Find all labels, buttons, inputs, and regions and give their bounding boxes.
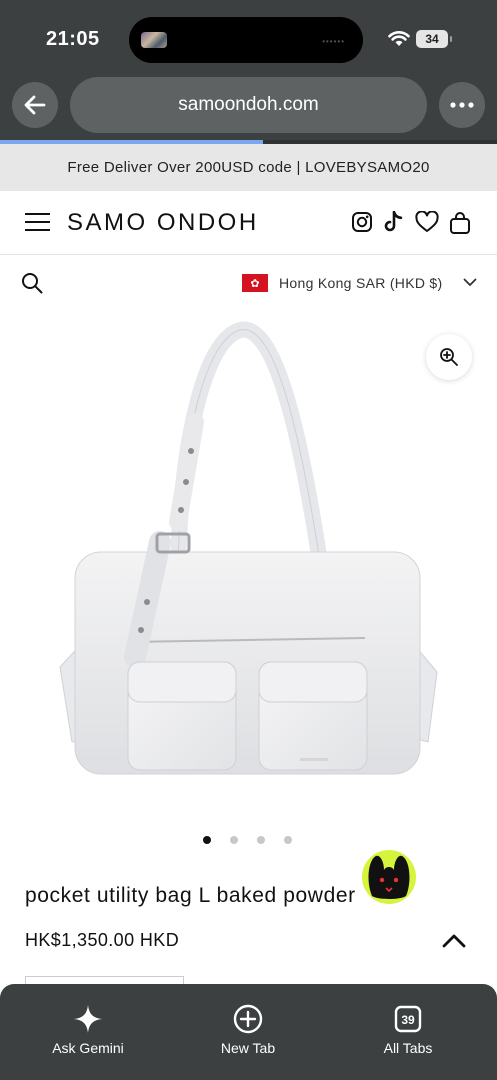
ask-gemini-label: Ask Gemini [52, 1040, 124, 1056]
chevron-up-icon[interactable] [441, 932, 467, 950]
pagination-dot-1[interactable] [203, 836, 211, 844]
zoom-button[interactable] [426, 334, 472, 380]
image-pagination [203, 836, 292, 844]
new-tab-button[interactable]: New Tab [188, 1004, 308, 1056]
site-header: SAMO ONDOH [0, 191, 497, 255]
product-image[interactable] [0, 312, 497, 822]
new-tab-label: New Tab [220, 1040, 276, 1056]
back-arrow-icon [24, 95, 46, 115]
more-menu-button[interactable] [439, 82, 485, 128]
pagination-dot-3[interactable] [257, 836, 265, 844]
browser-toolbar: Ask Gemini New Tab 39 All Tabs [0, 984, 497, 1080]
back-button[interactable] [12, 82, 58, 128]
chevron-down-icon[interactable] [463, 278, 477, 287]
browser-chrome: 21:05 •••••• 34 samoondoh.com [0, 0, 497, 144]
site-logo[interactable]: SAMO ONDOH [67, 209, 259, 237]
tabs-count-icon: 39 [394, 1005, 422, 1033]
more-dots-icon [450, 102, 474, 108]
url-bar[interactable]: samoondoh.com [70, 77, 427, 133]
heart-icon[interactable] [415, 211, 439, 233]
product-title: pocket utility bag L baked powder [25, 884, 356, 907]
region-selector[interactable]: Hong Kong SAR (HKD $) [279, 275, 442, 291]
promo-banner[interactable]: Free Deliver Over 200USD code | LOVEBYSA… [0, 144, 497, 191]
zoom-in-icon [440, 348, 458, 366]
bag-icon[interactable] [449, 211, 471, 235]
pagination-dot-2[interactable] [230, 836, 238, 844]
hong-kong-flag-icon: ✿ [242, 274, 268, 292]
status-bar: 21:05 •••••• 34 [0, 0, 497, 78]
now-playing-thumbnail [141, 32, 167, 48]
chat-widget-icon[interactable] [360, 848, 418, 906]
status-time: 21:05 [46, 28, 100, 50]
all-tabs-button[interactable]: 39 All Tabs [348, 1004, 468, 1056]
instagram-icon[interactable] [351, 211, 373, 233]
island-indicator-icon: •••••• [322, 37, 345, 46]
sparkle-icon [74, 1005, 102, 1033]
product-price: HK$1,350.00 HKD [25, 930, 180, 950]
tabs-count: 39 [401, 1013, 415, 1027]
search-icon[interactable] [21, 272, 43, 294]
menu-icon[interactable] [25, 213, 50, 231]
tiktok-icon[interactable] [383, 211, 403, 233]
plus-circle-icon [233, 1004, 263, 1034]
wifi-icon [388, 31, 410, 46]
dynamic-island: •••••• [129, 17, 363, 63]
ask-gemini-button[interactable]: Ask Gemini [28, 1004, 148, 1056]
all-tabs-label: All Tabs [383, 1040, 433, 1056]
battery-icon: 34 [416, 30, 452, 48]
pagination-dot-4[interactable] [284, 836, 292, 844]
